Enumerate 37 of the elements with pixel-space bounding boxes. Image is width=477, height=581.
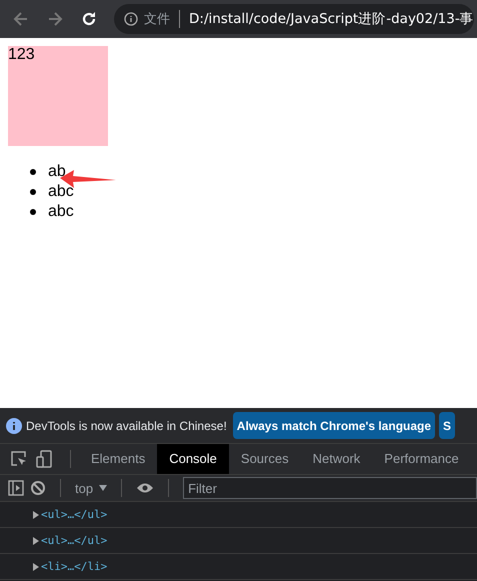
forward-icon[interactable]	[46, 10, 64, 28]
devtools-tab[interactable]: Network	[300, 444, 372, 474]
expand-caret-icon[interactable]	[33, 536, 39, 544]
bullet-icon	[30, 189, 36, 195]
list-item: abc	[48, 202, 74, 222]
devtools-tab[interactable]: Sources	[228, 444, 301, 474]
list-item: ab	[48, 162, 66, 182]
back-icon[interactable]	[12, 10, 30, 28]
reload-icon[interactable]	[80, 10, 98, 28]
bullet-icon	[30, 169, 36, 175]
dropdown-caret-icon	[99, 485, 108, 491]
console-entry[interactable]: <ul>…</ul>	[41, 508, 108, 521]
expand-caret-icon[interactable]	[33, 510, 39, 518]
devtools-tab[interactable]: Performance	[372, 444, 471, 474]
console-entry[interactable]: <li>…</li>	[41, 560, 108, 573]
language-button[interactable]: S	[439, 412, 456, 439]
devtools-tab[interactable]: Console	[157, 444, 229, 474]
info-icon	[124, 12, 138, 26]
bullet-icon	[30, 209, 36, 215]
file-label: 文件	[144, 11, 170, 28]
filter-field[interactable]: Filter	[183, 477, 477, 499]
expand-caret-icon[interactable]	[33, 562, 39, 570]
list-item: abc	[48, 182, 74, 202]
context-dropdown[interactable]: top	[75, 480, 108, 496]
device-icon[interactable]	[36, 450, 54, 468]
info-icon	[6, 418, 22, 434]
sidebar-icon[interactable]	[8, 480, 24, 496]
clear-icon[interactable]	[30, 480, 46, 496]
language-button[interactable]: Always match Chrome's language	[232, 412, 436, 439]
console-entry[interactable]: <ul>…</ul>	[41, 534, 108, 547]
url-text: D:/install/code/JavaScript进阶-day02/13-事	[189, 10, 474, 28]
inspect-icon[interactable]	[10, 450, 28, 468]
address-bar[interactable]: 文件 D:/install/code/JavaScript进阶-day02/13-事	[114, 4, 474, 34]
notice-text: DevTools is now available in Chinese!	[26, 418, 227, 432]
box-text: 123	[8, 46, 35, 64]
eye-icon[interactable]	[136, 482, 154, 494]
devtools-tab[interactable]: Elements	[79, 444, 158, 474]
